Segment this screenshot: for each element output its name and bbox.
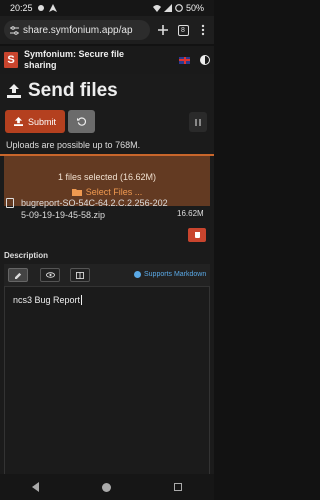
file-icon xyxy=(6,198,14,208)
battery-percent: 50% xyxy=(185,3,204,13)
selected-files-count: 1 files selected (16.62M) xyxy=(57,172,157,182)
markdown-support-link[interactable]: Supports Markdown xyxy=(134,271,206,278)
url-text: share.symfonium.app/ap xyxy=(23,24,133,36)
file-list-item: bugreport-SO-54C-64.2.C.2.256-2025-09-19… xyxy=(4,194,210,242)
trash-icon xyxy=(194,232,200,238)
main-content: Send files Submit Uploads are possible u… xyxy=(0,74,214,476)
undo-icon xyxy=(77,117,86,126)
battery-icon xyxy=(175,4,183,12)
back-icon[interactable] xyxy=(31,482,39,492)
plus-icon xyxy=(158,25,168,35)
description-textarea[interactable]: ncs3 Bug Report xyxy=(4,286,210,476)
upload-icon xyxy=(13,117,23,126)
theme-toggle-icon[interactable] xyxy=(200,55,210,65)
page-title-row: Send files xyxy=(6,80,118,102)
tab-count: 8 xyxy=(177,24,189,36)
location-icon xyxy=(48,4,57,12)
pencil-icon xyxy=(14,272,21,279)
upload-icon xyxy=(7,84,21,98)
browser-menu-button[interactable] xyxy=(196,23,210,37)
tab-switcher-button[interactable]: 8 xyxy=(176,23,190,37)
submit-button[interactable]: Submit xyxy=(5,110,65,133)
info-icon xyxy=(134,271,141,278)
signal-icon xyxy=(163,4,172,12)
upload-limit-text: Uploads are possible up to 768M. xyxy=(6,140,141,150)
page-title: Send files xyxy=(28,80,118,101)
more-vert-icon xyxy=(201,24,205,36)
file-name: bugreport-SO-54C-64.2.C.2.256-2025-09-19… xyxy=(21,198,168,220)
pause-icon-bar xyxy=(195,118,197,126)
system-nav-bar xyxy=(0,474,214,500)
app-logo[interactable]: S xyxy=(4,52,18,68)
site-settings-icon[interactable] xyxy=(10,25,19,35)
description-value: ncs3 Bug Report xyxy=(13,295,81,305)
markdown-toolbar: Supports Markdown xyxy=(4,264,210,286)
browser-toolbar: share.symfonium.app/ap 8 xyxy=(0,16,214,44)
edit-tab[interactable] xyxy=(8,268,28,282)
status-bar: 20:25 50% xyxy=(0,0,214,16)
columns-icon xyxy=(76,271,84,279)
eye-icon xyxy=(45,272,55,278)
app-title: Symfonium: Secure file sharing xyxy=(24,49,125,70)
description-label: Description xyxy=(4,251,49,260)
split-view-tab[interactable] xyxy=(70,268,90,282)
reset-button[interactable] xyxy=(68,110,95,133)
submit-label: Submit xyxy=(27,116,56,127)
app-header: S Symfonium: Secure file sharing xyxy=(0,46,214,74)
pause-button[interactable] xyxy=(189,112,207,132)
new-tab-button[interactable] xyxy=(156,23,170,37)
logo-letter: S xyxy=(7,54,15,66)
language-flag-icon[interactable] xyxy=(179,56,190,64)
preview-tab[interactable] xyxy=(40,268,60,282)
status-time: 20:25 xyxy=(10,3,33,13)
markdown-support-text: Supports Markdown xyxy=(144,271,207,278)
home-icon[interactable] xyxy=(101,482,111,492)
remove-file-button[interactable] xyxy=(188,228,206,242)
recents-icon[interactable] xyxy=(174,483,183,491)
url-field[interactable]: share.symfonium.app/ap xyxy=(4,20,150,40)
pause-icon-bar xyxy=(199,118,201,126)
notification-icon xyxy=(37,5,44,11)
wifi-icon xyxy=(152,5,161,12)
file-size: 16.62M xyxy=(177,209,204,218)
